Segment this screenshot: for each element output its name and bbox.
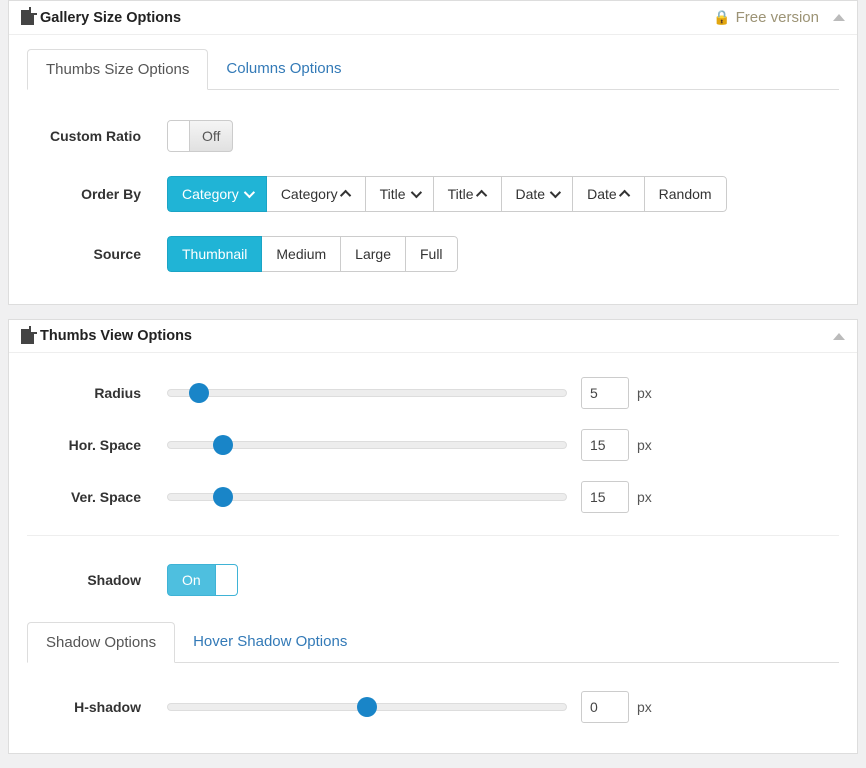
slider-ver-space[interactable] bbox=[167, 487, 567, 507]
slider-thumb[interactable] bbox=[213, 487, 233, 507]
order-date-desc[interactable]: Date bbox=[501, 176, 574, 212]
chevron-down-icon bbox=[244, 187, 255, 198]
order-date-asc[interactable]: Date bbox=[572, 176, 645, 212]
source-medium[interactable]: Medium bbox=[261, 236, 341, 272]
unit-h-shadow: px bbox=[637, 699, 652, 715]
unit-radius: px bbox=[637, 385, 652, 401]
panel-title: Gallery Size Options bbox=[21, 10, 181, 26]
lock-icon: 🔒 bbox=[713, 9, 730, 26]
row-source: Source Thumbnail Medium Large Full bbox=[27, 224, 839, 284]
slider-thumb[interactable] bbox=[357, 697, 377, 717]
tab-thumbs-size[interactable]: Thumbs Size Options bbox=[27, 49, 208, 90]
row-custom-ratio: Custom Ratio Off bbox=[27, 108, 839, 164]
source-large[interactable]: Large bbox=[340, 236, 406, 272]
source-thumbnail[interactable]: Thumbnail bbox=[167, 236, 262, 272]
label-ver-space: Ver. Space bbox=[27, 489, 167, 505]
slider-thumb[interactable] bbox=[213, 435, 233, 455]
slider-track bbox=[167, 389, 567, 397]
source-full[interactable]: Full bbox=[405, 236, 458, 272]
panel-title-text: Thumbs View Options bbox=[40, 328, 192, 344]
shadow-tabs: Shadow Options Hover Shadow Options bbox=[27, 622, 839, 663]
label-source: Source bbox=[27, 246, 167, 262]
input-ver-space[interactable] bbox=[581, 481, 629, 513]
thumbs-view-panel: Thumbs View Options Radius px Hor. Space… bbox=[8, 319, 858, 754]
label-radius: Radius bbox=[27, 385, 167, 401]
collapse-toggle-icon[interactable] bbox=[833, 14, 845, 21]
panel-title-text: Gallery Size Options bbox=[40, 10, 181, 26]
source-group: Thumbnail Medium Large Full bbox=[167, 236, 458, 272]
collapse-toggle-icon[interactable] bbox=[833, 333, 845, 340]
free-version-text: Free version bbox=[736, 9, 819, 26]
free-version-badge: 🔒 Free version bbox=[713, 9, 819, 26]
panel-icon bbox=[21, 10, 34, 25]
row-radius: Radius px bbox=[27, 367, 839, 419]
panel-header: Thumbs View Options bbox=[9, 320, 857, 353]
tab-columns[interactable]: Columns Options bbox=[208, 49, 359, 89]
unit-ver-space: px bbox=[637, 489, 652, 505]
size-tabs: Thumbs Size Options Columns Options bbox=[27, 49, 839, 90]
panel-header: Gallery Size Options 🔒 Free version bbox=[9, 1, 857, 35]
input-h-shadow[interactable] bbox=[581, 691, 629, 723]
row-ver-space: Ver. Space px bbox=[27, 471, 839, 523]
row-hor-space: Hor. Space px bbox=[27, 419, 839, 471]
input-radius[interactable] bbox=[581, 377, 629, 409]
chevron-up-icon bbox=[340, 190, 351, 201]
row-shadow: Shadow On bbox=[27, 552, 839, 608]
unit-hor-space: px bbox=[637, 437, 652, 453]
toggle-handle bbox=[215, 565, 237, 595]
panel-title: Thumbs View Options bbox=[21, 328, 192, 344]
chevron-up-icon bbox=[475, 190, 486, 201]
order-category-asc[interactable]: Category bbox=[266, 176, 366, 212]
panel-body: Radius px Hor. Space px Ver. Space bbox=[9, 353, 857, 753]
label-h-shadow: H-shadow bbox=[27, 699, 167, 715]
tab-shadow-options[interactable]: Shadow Options bbox=[27, 622, 175, 663]
label-custom-ratio: Custom Ratio bbox=[27, 128, 167, 144]
slider-radius[interactable] bbox=[167, 383, 567, 403]
label-order-by: Order By bbox=[27, 186, 167, 202]
slider-hor-space[interactable] bbox=[167, 435, 567, 455]
label-hor-space: Hor. Space bbox=[27, 437, 167, 453]
slider-thumb[interactable] bbox=[189, 383, 209, 403]
order-title-desc[interactable]: Title bbox=[365, 176, 434, 212]
order-category-desc[interactable]: Category bbox=[167, 176, 267, 212]
toggle-label: On bbox=[168, 572, 215, 588]
slider-h-shadow[interactable] bbox=[167, 697, 567, 717]
gallery-size-panel: Gallery Size Options 🔒 Free version Thum… bbox=[8, 0, 858, 305]
row-order-by: Order By Category Category Title Title D… bbox=[27, 164, 839, 224]
chevron-down-icon bbox=[410, 187, 421, 198]
tab-hover-shadow-options[interactable]: Hover Shadow Options bbox=[175, 622, 365, 662]
toggle-label: Off bbox=[190, 128, 232, 144]
order-by-group: Category Category Title Title Date Date … bbox=[167, 176, 727, 212]
toggle-custom-ratio[interactable]: Off bbox=[167, 120, 233, 152]
toggle-shadow[interactable]: On bbox=[167, 564, 238, 596]
divider bbox=[27, 535, 839, 536]
row-h-shadow: H-shadow px bbox=[27, 681, 839, 733]
chevron-up-icon bbox=[619, 190, 630, 201]
label-shadow: Shadow bbox=[27, 572, 167, 588]
toggle-handle bbox=[168, 121, 190, 151]
order-random[interactable]: Random bbox=[644, 176, 727, 212]
chevron-down-icon bbox=[550, 187, 561, 198]
panel-body: Thumbs Size Options Columns Options Cust… bbox=[9, 35, 857, 304]
input-hor-space[interactable] bbox=[581, 429, 629, 461]
order-title-asc[interactable]: Title bbox=[433, 176, 502, 212]
panel-icon bbox=[21, 329, 34, 344]
